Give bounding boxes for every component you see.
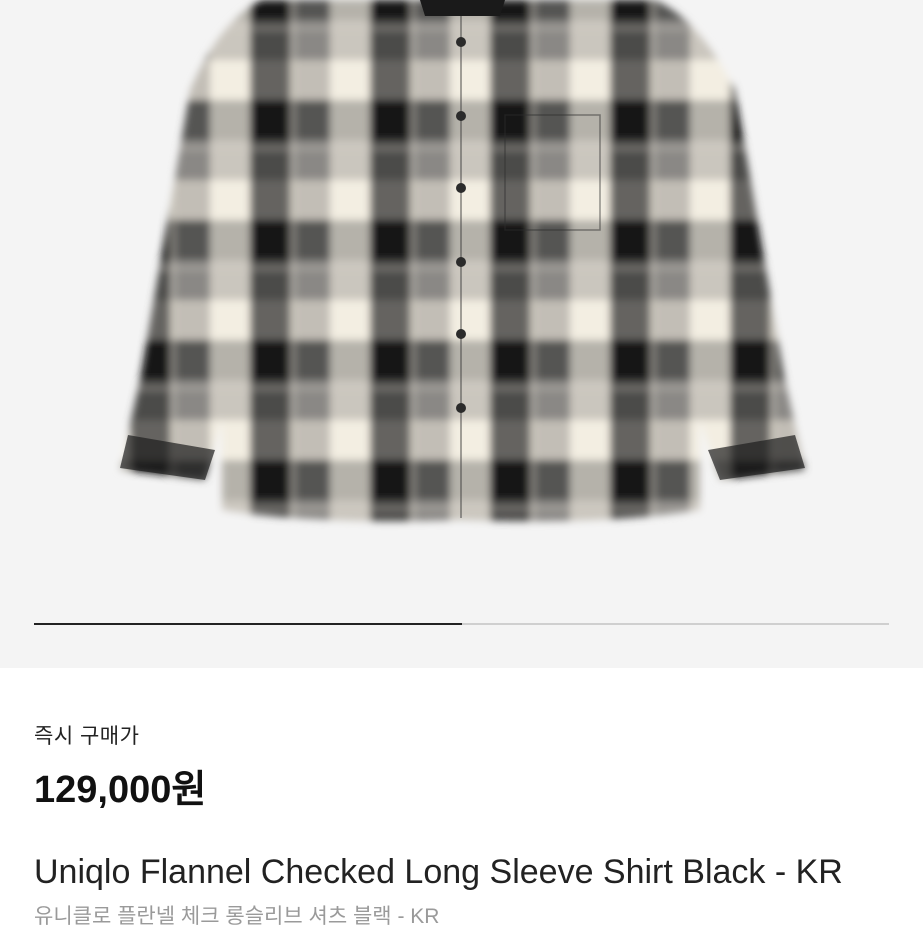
plaid-shirt-image bbox=[120, 0, 805, 522]
price-value: 129,000원 bbox=[34, 769, 207, 811]
product-subtitle: 유니클로 플란넬 체크 롱슬리브 셔츠 블랙 - KR bbox=[34, 905, 440, 928]
gallery-progress-bar bbox=[34, 623, 889, 625]
price-label: 즉시 구매가 bbox=[34, 725, 140, 748]
product-image-gallery[interactable] bbox=[0, 0, 923, 668]
product-title[interactable]: Uniqlo Flannel Checked Long Sleeve Shirt… bbox=[34, 853, 843, 892]
gallery-progress-indicator bbox=[34, 623, 462, 625]
shirt-collar bbox=[420, 0, 505, 16]
